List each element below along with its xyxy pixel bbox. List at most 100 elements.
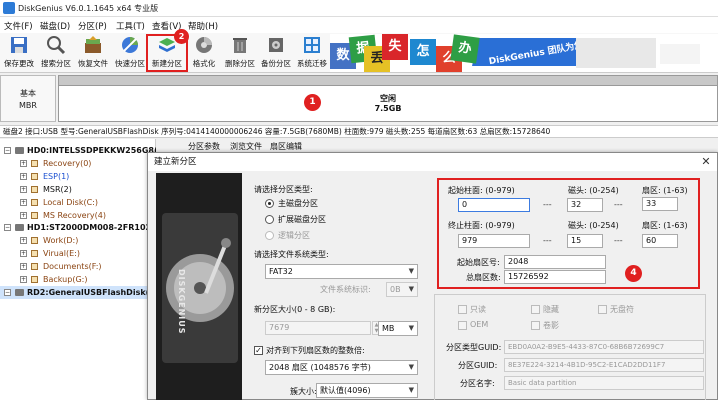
fs-type-select[interactable]: FAT32 ▼: [265, 264, 418, 279]
size-input[interactable]: 7679: [265, 321, 371, 335]
backup-partition-button[interactable]: 备份分区: [258, 34, 294, 71]
tree-partition-item[interactable]: + MS Recovery(4): [0, 209, 156, 222]
hidden-label: 隐藏: [543, 305, 559, 314]
tree-item-label: Documents(F:): [43, 262, 102, 272]
tree-partition-item[interactable]: + Virual(E:): [0, 247, 156, 260]
end-cylinder-input[interactable]: 979: [458, 234, 530, 248]
disk-type: 基本: [20, 89, 36, 98]
partition-icon: [31, 237, 38, 245]
migrate-icon: [304, 37, 320, 53]
tree-partition-item[interactable]: + Backup(G:): [0, 273, 156, 286]
tree-item-label: HD1:ST2000DM008-2FR102(18: [27, 223, 166, 233]
start-sector-input[interactable]: 33: [642, 197, 678, 211]
readonly-checkbox[interactable]: [458, 305, 467, 314]
tree-partition-item[interactable]: + Recovery(0): [0, 157, 156, 170]
hdd-brand-text: DISKGENIUS: [177, 269, 186, 335]
tree-disk-item[interactable]: − RD2:GeneralUSBFlashDisk(8G: [0, 285, 161, 299]
tab-partition-params[interactable]: 分区参数: [186, 141, 222, 152]
menu-disk[interactable]: 磁盘(D): [40, 20, 70, 32]
expand-icon[interactable]: +: [20, 263, 27, 271]
menu-tools[interactable]: 工具(T): [116, 20, 145, 32]
cluster-size-select[interactable]: 默认值(4096) ▼: [316, 383, 418, 398]
end-head-input[interactable]: 15: [567, 234, 603, 248]
new-partition-dialog: 建立新分区 ✕ DISKGENIUS 请选择分区类型: 主磁盘分区 扩展磁盘分区…: [147, 152, 718, 400]
tab-browse-files[interactable]: 浏览文件: [228, 141, 264, 152]
collapse-icon[interactable]: −: [4, 288, 11, 296]
recover-icon: [85, 36, 101, 53]
tree-item-label: Virual(E:): [43, 249, 80, 259]
logical-partition-label: 逻辑分区: [278, 231, 310, 240]
menu-help[interactable]: 帮助(H): [188, 20, 218, 32]
expand-icon[interactable]: +: [20, 276, 27, 283]
align-select[interactable]: 2048 扇区 (1048576 字节) ▼: [265, 360, 418, 375]
tree-item-label: Work(D:): [43, 236, 79, 246]
tree-disk-item[interactable]: − HD0:INTELSSDPEKKW256G8(238: [0, 144, 174, 157]
expand-icon[interactable]: +: [20, 250, 27, 258]
tab-bar: 分区参数 浏览文件 扇区编辑: [156, 139, 718, 153]
expand-icon[interactable]: +: [20, 237, 27, 245]
partition-icon: [31, 159, 38, 167]
oem-checkbox[interactable]: [458, 321, 467, 330]
free-space-block[interactable]: 空闲 7.5GB: [58, 75, 718, 122]
expand-icon[interactable]: +: [20, 172, 27, 180]
shadow-copy-checkbox[interactable]: [531, 321, 540, 330]
size-unit-select[interactable]: MB ▼: [378, 321, 418, 336]
start-lba-label: 起始扇区号:: [457, 258, 500, 267]
end-sector-input[interactable]: 60: [642, 234, 678, 248]
chevron-down-icon: ▼: [408, 363, 414, 371]
primary-partition-radio[interactable]: [265, 199, 274, 208]
quick-partition-button[interactable]: 快速分区: [112, 34, 148, 71]
collapse-icon[interactable]: −: [4, 224, 11, 232]
tree-disk-item[interactable]: − HD1:ST2000DM008-2FR102(18: [0, 221, 166, 234]
no-letter-label: 无盘符: [610, 305, 634, 314]
hdd-icon: [156, 173, 242, 400]
align-checkbox[interactable]: ✓: [254, 346, 263, 355]
dialog-title: 建立新分区: [148, 153, 717, 171]
promo-banner[interactable]: 数 据 丢 失 怎 么 办 DiskGenius 团队为您: [330, 34, 718, 72]
start-cylinder-input[interactable]: 0: [458, 198, 530, 212]
tree-partition-item[interactable]: + Local Disk(C:): [0, 196, 156, 209]
fs-tag-select[interactable]: 0B ▼: [386, 282, 418, 297]
cluster-size-label: 簇大小:: [290, 387, 317, 396]
menu-file[interactable]: 文件(F): [4, 20, 33, 32]
expand-icon[interactable]: +: [20, 185, 27, 193]
part-guid-field[interactable]: 8E37E224-3214-4B1D-95C2-E1CAD2DD11F7: [504, 358, 704, 372]
type-guid-label: 分区类型GUID:: [446, 343, 502, 352]
search-partition-button[interactable]: 搜索分区: [38, 34, 74, 71]
partition-type-label: 请选择分区类型:: [254, 185, 313, 194]
close-icon[interactable]: ✕: [698, 154, 714, 170]
type-guid-field[interactable]: EBD0A0A2-B9E5-4433-87C0-68B6B72699C7: [504, 340, 704, 354]
part-guid-label: 分区GUID:: [458, 361, 498, 370]
disk-style: MBR: [19, 101, 37, 110]
tree-partition-item[interactable]: + MSR(2): [0, 183, 156, 196]
disk-icon: [15, 288, 24, 296]
tree-partition-item[interactable]: + Documents(F:): [0, 260, 156, 273]
no-letter-checkbox[interactable]: [598, 305, 607, 314]
tab-sector-edit[interactable]: 扇区编辑: [268, 141, 304, 152]
start-head-input[interactable]: 32: [567, 198, 603, 212]
delete-partition-button[interactable]: 删除分区: [222, 34, 258, 71]
collapse-icon[interactable]: −: [4, 147, 11, 154]
partition-icon: [31, 172, 38, 180]
hidden-checkbox[interactable]: [531, 305, 540, 314]
recover-files-button[interactable]: 恢复文件: [75, 34, 111, 71]
fs-tag-label: 文件系统标识:: [320, 285, 371, 294]
extended-partition-radio[interactable]: [265, 215, 274, 224]
start-lba-input[interactable]: 2048: [504, 255, 606, 269]
expand-icon[interactable]: +: [20, 198, 27, 206]
system-migrate-button[interactable]: 系统迁移: [294, 34, 330, 71]
end-sector-label: 扇区: (1-63): [642, 221, 688, 230]
menu-partition[interactable]: 分区(P): [78, 20, 107, 32]
expand-icon[interactable]: +: [20, 211, 27, 219]
part-name-field[interactable]: Basic data partition: [504, 376, 704, 390]
format-button[interactable]: 格式化: [186, 34, 222, 71]
expand-icon[interactable]: +: [20, 159, 27, 167]
save-button[interactable]: 保存更改: [1, 34, 37, 71]
delete-icon: [233, 38, 247, 53]
logical-partition-radio[interactable]: [265, 231, 274, 240]
banner-tile: 失: [382, 34, 408, 60]
total-sectors-input[interactable]: 15726592: [504, 270, 606, 284]
tree-partition-item[interactable]: + Work(D:): [0, 234, 156, 247]
tree-partition-item[interactable]: + ESP(1): [0, 170, 156, 183]
chevron-down-icon: ▼: [408, 386, 414, 394]
